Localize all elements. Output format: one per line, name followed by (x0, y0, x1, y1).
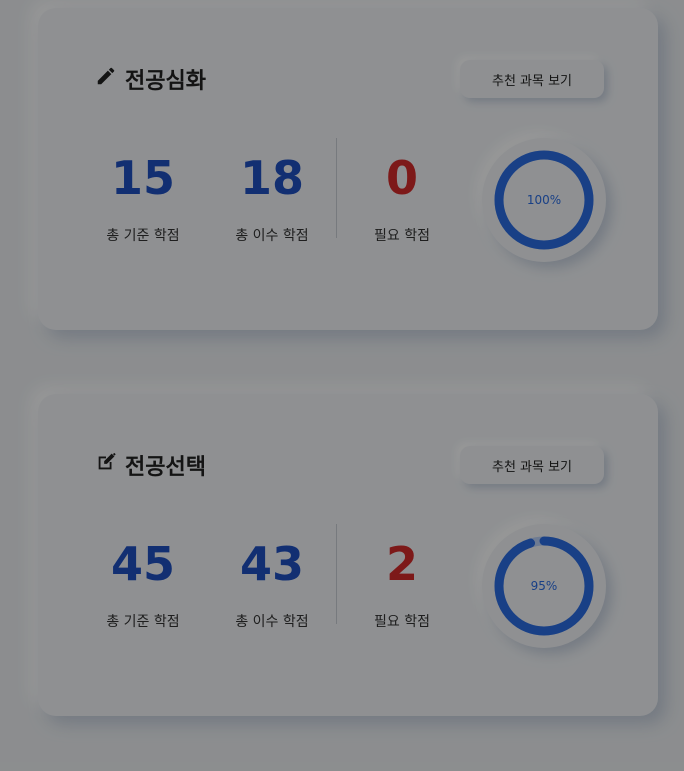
stat-value: 2 (385, 537, 418, 591)
progress-percent: 95% (530, 579, 558, 593)
progress-percent: 100% (526, 193, 562, 207)
stat-value: 18 (239, 151, 304, 205)
stat-needed: 2 필요 학점 (342, 539, 462, 631)
stat-label: 필요 학점 (374, 614, 430, 630)
divider (336, 138, 337, 238)
stat-total-completed: 18 총 이수 학점 (212, 153, 332, 245)
page: 전공심화 추천 과목 보기 15 총 기준 학점 18 총 이수 학점 0 필요… (0, 0, 684, 771)
stat-value: 0 (385, 151, 418, 205)
stat-value: 45 (110, 537, 175, 591)
stat-value: 15 (110, 151, 175, 205)
recommended-courses-button[interactable]: 추천 과목 보기 (460, 446, 604, 484)
major-advanced-card: 전공심화 추천 과목 보기 15 총 기준 학점 18 총 이수 학점 0 필요… (38, 8, 658, 330)
stat-label: 총 기준 학점 (106, 228, 180, 244)
stat-total-completed: 43 총 이수 학점 (212, 539, 332, 631)
card-title-text: 전공심화 (125, 69, 206, 94)
edit-square-icon (95, 451, 117, 479)
pencil-icon (95, 65, 117, 93)
stat-total-required: 15 총 기준 학점 (83, 153, 203, 245)
progress-gauge: 100% (482, 138, 606, 262)
card-title: 전공선택 (95, 449, 206, 481)
stat-label: 총 이수 학점 (235, 614, 309, 630)
stat-needed: 0 필요 학점 (342, 153, 462, 245)
stat-label: 필요 학점 (374, 228, 430, 244)
card-title: 전공심화 (95, 63, 206, 95)
divider (336, 524, 337, 624)
stat-label: 총 이수 학점 (235, 228, 309, 244)
major-elective-card: 전공선택 추천 과목 보기 45 총 기준 학점 43 총 이수 학점 2 필요… (38, 394, 658, 716)
recommended-courses-button[interactable]: 추천 과목 보기 (460, 60, 604, 98)
card-title-text: 전공선택 (125, 455, 206, 480)
stat-value: 43 (239, 537, 304, 591)
stat-total-required: 45 총 기준 학점 (83, 539, 203, 631)
stat-label: 총 기준 학점 (106, 614, 180, 630)
progress-gauge: 95% (482, 524, 606, 648)
